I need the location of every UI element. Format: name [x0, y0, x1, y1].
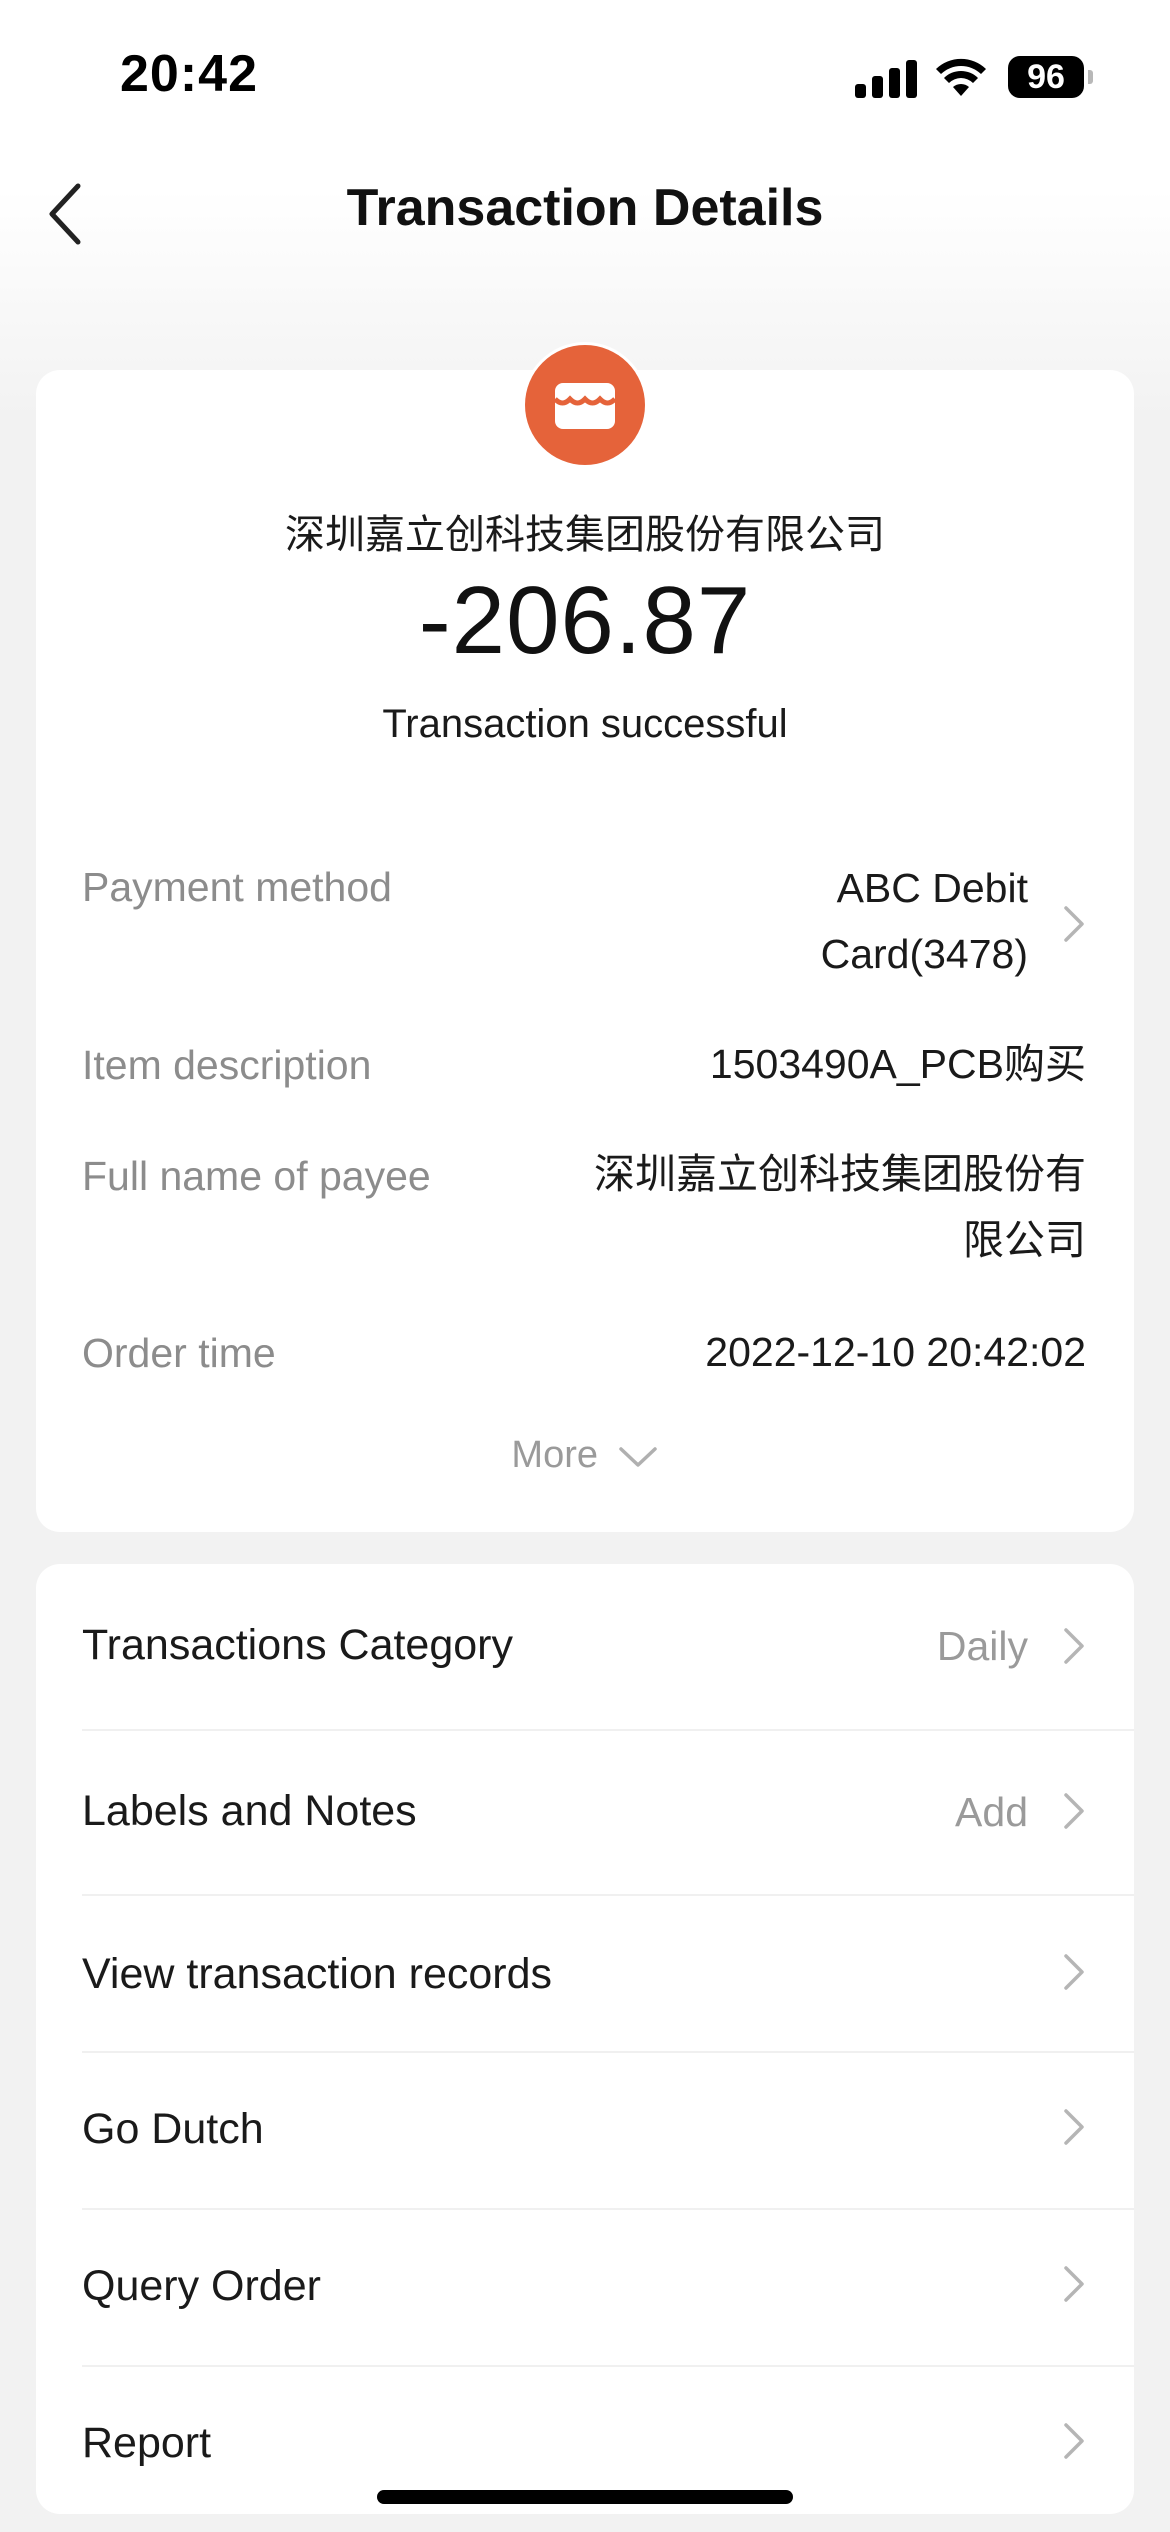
nav-bar: Transaction Details: [0, 150, 1170, 270]
payment-method-value[interactable]: ABC Debit Card(3478): [728, 855, 1028, 987]
chevron-right-icon: [1064, 1628, 1084, 1664]
status-time: 20:42: [120, 45, 258, 103]
chevron-right-icon: [1064, 2266, 1084, 2302]
menu-item-label: Go Dutch: [82, 2105, 264, 2153]
menu-item-transactions-category[interactable]: Transactions Category Daily: [36, 1564, 1134, 1729]
signal-icon: [855, 58, 917, 98]
more-button[interactable]: More: [36, 1434, 1134, 1477]
wifi-icon: [936, 58, 986, 96]
menu-item-go-dutch[interactable]: Go Dutch: [36, 2053, 1134, 2208]
page-title: Transaction Details: [346, 179, 824, 237]
menu-item-label: Labels and Notes: [82, 1787, 417, 1835]
payment-method-label: Payment method: [82, 864, 392, 910]
menu-item-labels-notes[interactable]: Labels and Notes Add: [36, 1731, 1134, 1894]
menu-item-label: Query Order: [82, 2262, 321, 2310]
transaction-status: Transaction successful: [382, 702, 788, 746]
merchant-avatar: [522, 342, 648, 468]
payee-value: 深圳嘉立创科技集团股份有限公司: [594, 1151, 1086, 1263]
item-description-label: Item description: [82, 1042, 372, 1088]
more-label: More: [511, 1434, 598, 1476]
store-icon: [553, 383, 617, 429]
chevron-right-icon: [1064, 2109, 1084, 2145]
menu-item-value: Daily: [936, 1623, 1028, 1669]
merchant-name: 深圳嘉立创科技集团股份有限公司: [285, 513, 885, 557]
battery-icon: 96: [1008, 56, 1084, 98]
menu-item-value: Add: [955, 1789, 1028, 1835]
menu-item-query-order[interactable]: Query Order: [36, 2210, 1134, 2365]
menu-item-label: Report: [82, 2419, 212, 2467]
order-time-value: 2022-12-10 20:42:02: [705, 1329, 1086, 1375]
chevron-right-icon: [1064, 1954, 1084, 1990]
transaction-amount: -206.87: [418, 567, 752, 674]
chevron-down-icon: [618, 1447, 657, 1467]
home-indicator[interactable]: [377, 2490, 793, 2504]
status-bar: 20:42 96: [0, 0, 1170, 150]
transaction-actions-card: Transactions Category Daily Labels and N…: [36, 1564, 1134, 2514]
chevron-right-icon: [1064, 1793, 1084, 1829]
menu-item-label: View transaction records: [82, 1950, 553, 1998]
order-time-label: Order time: [82, 1330, 276, 1376]
payee-label: Full name of payee: [82, 1153, 431, 1199]
battery-tip: [1088, 70, 1093, 84]
transaction-summary-card: 深圳嘉立创科技集团股份有限公司 -206.87 Transaction succ…: [36, 370, 1134, 1532]
menu-item-view-records[interactable]: View transaction records: [36, 1896, 1134, 2051]
item-description-value: 1503490A_PCB购买: [709, 1041, 1086, 1087]
chevron-right-icon: [1064, 2423, 1084, 2459]
menu-item-label: Transactions Category: [82, 1621, 513, 1669]
payment-method-chevron-icon[interactable]: [1058, 902, 1088, 946]
